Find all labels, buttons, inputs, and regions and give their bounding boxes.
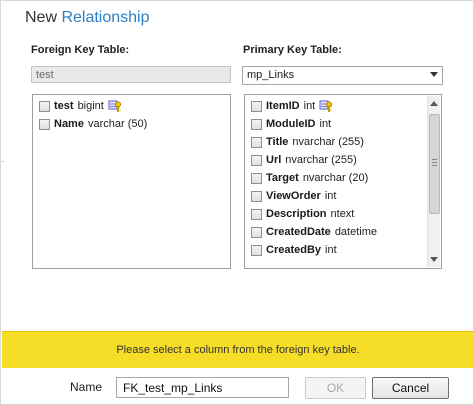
ok-button[interactable]: OK: [305, 377, 366, 399]
fk-column-type: varchar (50): [87, 118, 148, 130]
pk-column-type: nvarchar (20): [302, 172, 369, 184]
pk-column-name: ItemID: [266, 100, 300, 112]
pk-column-name: ModuleID: [266, 118, 316, 130]
pk-column-name: CreatedDate: [266, 226, 331, 238]
primary-key-table-selected: mp_Links: [247, 69, 295, 81]
pk-column-row[interactable]: Url nvarchar (255): [251, 152, 357, 168]
fk-column-checkbox[interactable]: [39, 118, 50, 130]
pk-column-checkbox[interactable]: [251, 118, 262, 130]
grip-line: [432, 162, 437, 163]
primary-key-column-list: ItemID int ModuleID int Title nvarchar (…: [244, 94, 442, 269]
pk-column-name: CreatedBy: [266, 244, 322, 256]
pk-list-scrollbar[interactable]: [427, 96, 440, 267]
divider: [1, 161, 4, 162]
pk-column-checkbox[interactable]: [251, 172, 262, 184]
pk-column-checkbox[interactable]: [251, 154, 262, 166]
primary-key-icon: [319, 100, 333, 113]
fk-column-checkbox[interactable]: [39, 100, 50, 112]
foreign-key-table-label: Foreign Key Table:: [31, 44, 130, 56]
relationship-name-input[interactable]: [116, 377, 289, 398]
validation-message: Please select a column from the foreign …: [116, 344, 360, 356]
pk-column-name: Target: [266, 172, 299, 184]
fk-column-name: Name: [54, 118, 84, 130]
pk-column-row[interactable]: ModuleID int: [251, 116, 331, 132]
title-accent: Relationship: [61, 9, 150, 26]
primary-key-icon: [108, 100, 122, 113]
pk-column-checkbox[interactable]: [251, 226, 262, 238]
pk-column-row[interactable]: CreatedDate datetime: [251, 224, 377, 240]
grip-line: [432, 165, 437, 166]
fk-column-row[interactable]: Name varchar (50): [39, 116, 147, 132]
scrollbar-thumb[interactable]: [429, 114, 440, 214]
foreign-key-table-field: test: [31, 66, 231, 83]
pk-column-row[interactable]: Target nvarchar (20): [251, 170, 368, 186]
foreign-key-column-list: test bigint Name varchar (50): [32, 94, 231, 269]
pk-column-checkbox[interactable]: [251, 136, 262, 148]
title-prefix: New: [25, 9, 62, 26]
fk-column-row[interactable]: test bigint: [39, 98, 122, 114]
pk-column-row[interactable]: ViewOrder int: [251, 188, 336, 204]
pk-column-type: nvarchar (255): [285, 154, 357, 166]
scroll-down-arrow-icon[interactable]: [430, 257, 438, 262]
primary-key-table-label: Primary Key Table:: [243, 44, 342, 56]
pk-column-type: datetime: [334, 226, 378, 238]
dialog-title: New Relationship: [25, 9, 150, 27]
pk-column-type: int: [325, 244, 337, 256]
new-relationship-dialog: New Relationship Foreign Key Table: Prim…: [0, 0, 474, 405]
pk-column-row[interactable]: Title nvarchar (255): [251, 134, 364, 150]
grip-line: [432, 159, 437, 160]
pk-column-row[interactable]: ItemID int: [251, 98, 333, 114]
pk-column-type: ntext: [330, 208, 355, 220]
pk-column-type: int: [324, 190, 337, 202]
cancel-button[interactable]: Cancel: [372, 377, 449, 399]
pk-column-name: Url: [266, 154, 282, 166]
pk-column-name: Description: [266, 208, 327, 220]
validation-banner: Please select a column from the foreign …: [2, 331, 474, 368]
pk-column-row[interactable]: CreatedBy int: [251, 242, 337, 258]
fk-column-name: test: [54, 100, 74, 112]
pk-column-name: ViewOrder: [266, 190, 321, 202]
relationship-name-label: Name: [70, 380, 103, 394]
fk-column-type: bigint: [77, 100, 104, 112]
pk-column-type: int: [303, 100, 316, 112]
pk-column-type: int: [319, 118, 332, 130]
pk-column-checkbox[interactable]: [251, 244, 262, 256]
chevron-down-icon[interactable]: [430, 72, 438, 77]
pk-column-type: nvarchar (255): [292, 136, 364, 148]
pk-column-row[interactable]: Description ntext: [251, 206, 354, 222]
primary-key-table-select[interactable]: mp_Links: [242, 66, 443, 85]
scroll-up-arrow-icon[interactable]: [430, 101, 438, 106]
pk-column-checkbox[interactable]: [251, 208, 262, 220]
pk-column-checkbox[interactable]: [251, 100, 262, 112]
pk-column-name: Title: [266, 136, 289, 148]
pk-column-checkbox[interactable]: [251, 190, 262, 202]
